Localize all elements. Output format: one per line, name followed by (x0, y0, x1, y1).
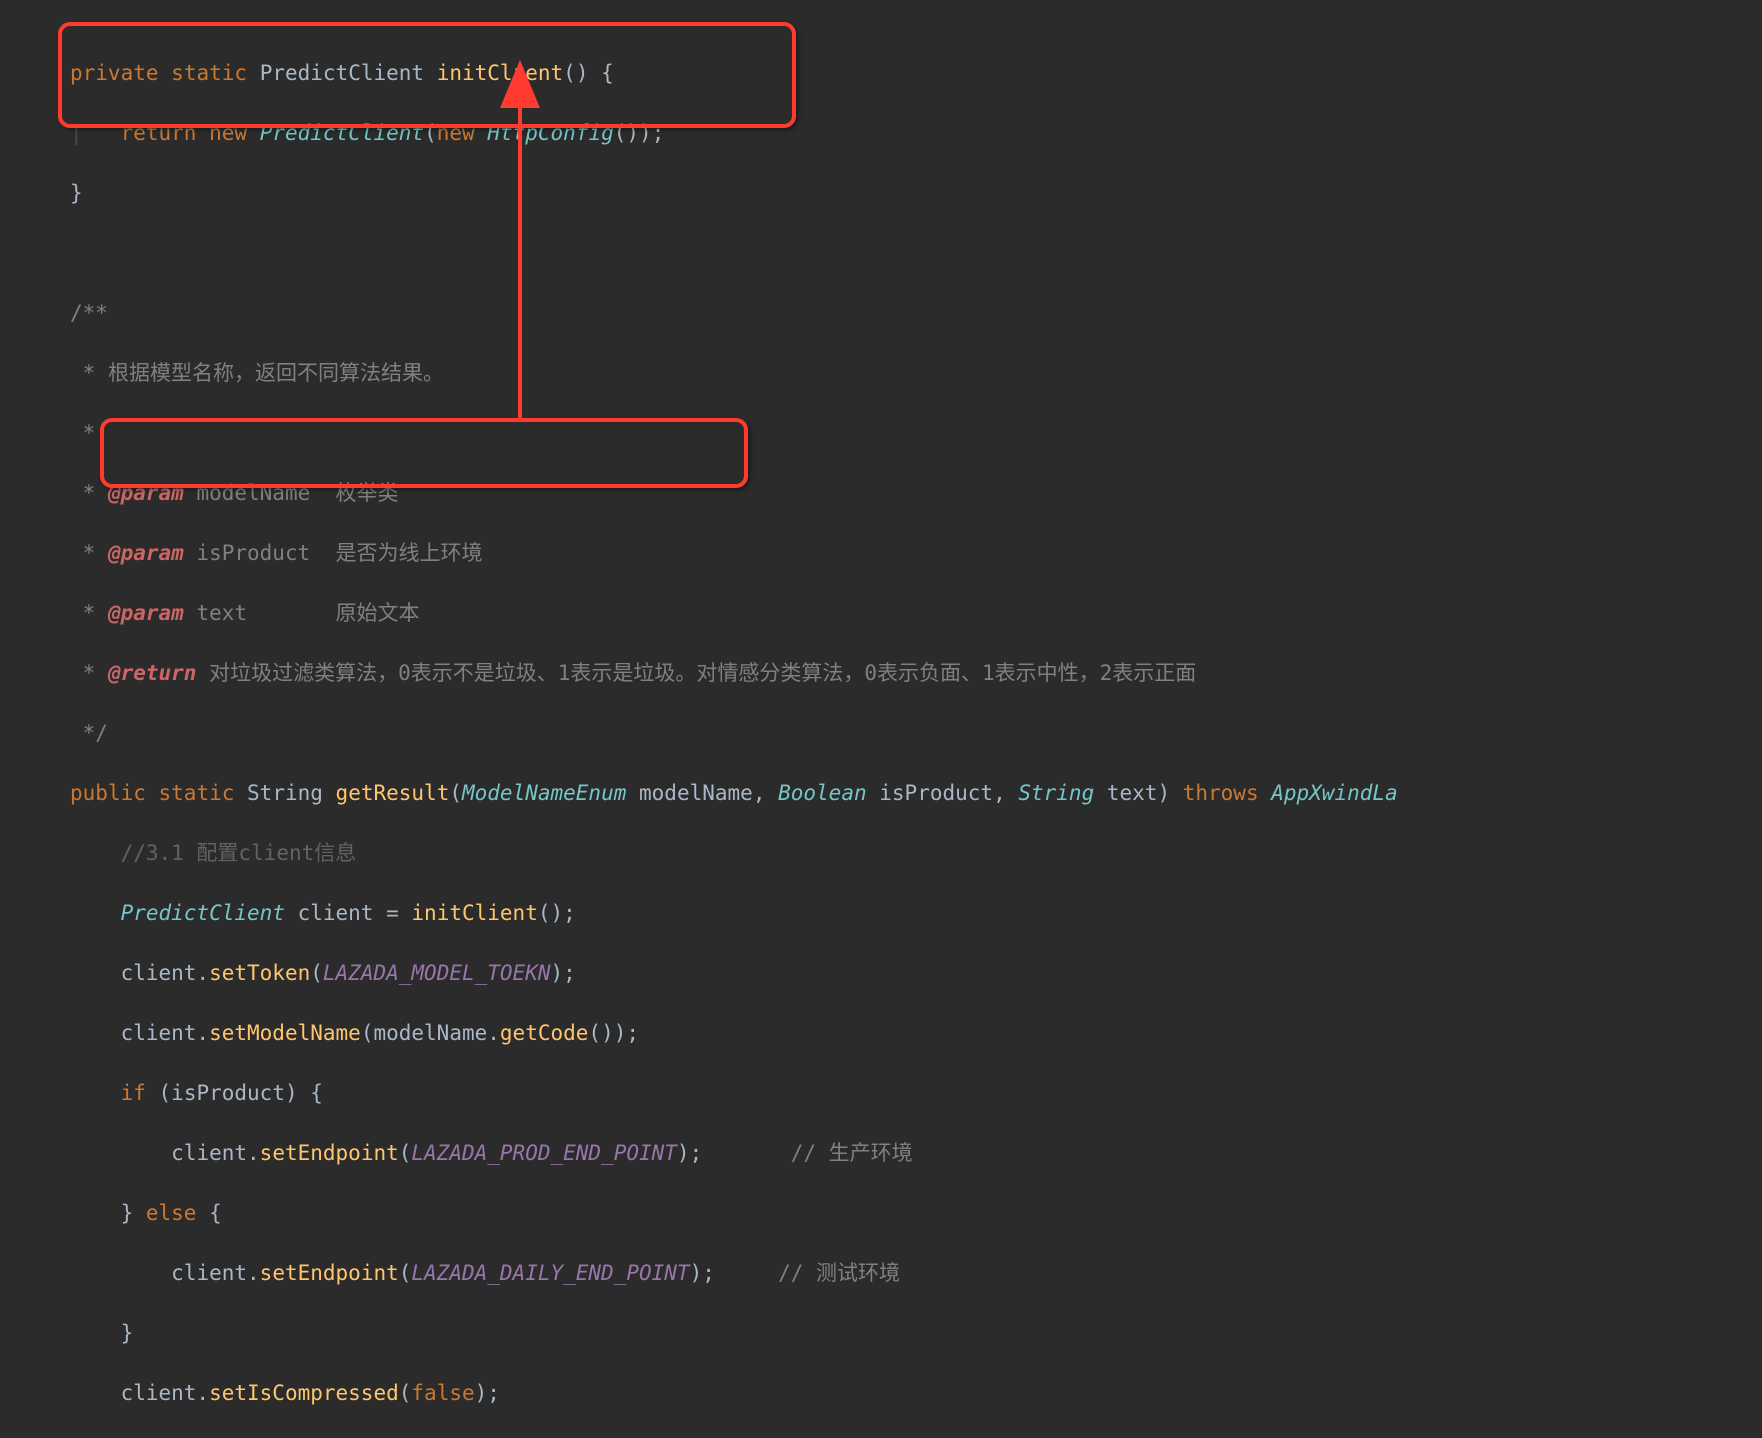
code-line[interactable]: } (70, 1318, 1762, 1348)
keyword-return: return (121, 121, 197, 145)
code-line[interactable]: public static String getResult(ModelName… (70, 778, 1762, 808)
javadoc-param-tag: @param (108, 541, 184, 565)
keyword-throws: throws (1183, 781, 1259, 805)
javadoc-param-tag: @param (108, 481, 184, 505)
type-name: PredictClient (260, 61, 424, 85)
keyword-private: private (70, 61, 159, 85)
javadoc-return[interactable]: * @return 对垃圾过滤类算法，0表示不是垃圾、1表示是垃圾。对情感分类算… (70, 658, 1762, 688)
constant: LAZADA_PROD_END_POINT (411, 1141, 677, 1165)
code-line[interactable]: if (isProduct) { (70, 1078, 1762, 1108)
code-line[interactable] (70, 238, 1762, 268)
code-line[interactable]: client.setIsCompressed(false); (70, 1378, 1762, 1408)
javadoc-open[interactable]: /** (70, 298, 1762, 328)
param-type: Boolean (778, 781, 867, 805)
method-call: setEndpoint (260, 1261, 399, 1285)
code-line[interactable]: } else { (70, 1198, 1762, 1228)
param-type: ModelNameEnum (462, 781, 626, 805)
code-editor[interactable]: private static PredictClient initClient(… (0, 0, 1762, 1438)
code-line[interactable]: | return new PredictClient(new HttpConfi… (70, 118, 1762, 148)
javadoc-line[interactable]: * (70, 418, 1762, 448)
inline-comment: // 测试环境 (778, 1261, 900, 1285)
code-line[interactable]: } (70, 178, 1762, 208)
code-line[interactable]: //3.1 配置client信息 (70, 838, 1762, 868)
javadoc-param[interactable]: * @param modelName 枚举类 (70, 478, 1762, 508)
constant: LAZADA_MODEL_TOEKN (323, 961, 551, 985)
constant: LAZADA_DAILY_END_POINT (411, 1261, 689, 1285)
type-name: PredictClient (260, 121, 424, 145)
code-line[interactable]: client.setEndpoint(LAZADA_PROD_END_POINT… (70, 1138, 1762, 1168)
code-line[interactable]: client.setToken(LAZADA_MODEL_TOEKN); (70, 958, 1762, 988)
code-line[interactable]: private static PredictClient initClient(… (70, 58, 1762, 88)
code-line[interactable]: client.setEndpoint(LAZADA_DAILY_END_POIN… (70, 1258, 1762, 1288)
keyword-new: new (209, 121, 247, 145)
method-call: setToken (209, 961, 310, 985)
inline-comment: //3.1 配置client信息 (121, 841, 357, 865)
param-type: String (1018, 781, 1094, 805)
javadoc-line[interactable]: * 根据模型名称，返回不同算法结果。 (70, 358, 1762, 388)
type-name: HttpConfig (487, 121, 613, 145)
code-line[interactable]: client.setModelName(modelName.getCode())… (70, 1018, 1762, 1048)
keyword-new: new (437, 121, 475, 145)
exception-type: AppXwindLa (1259, 781, 1398, 805)
keyword-if: if (121, 1081, 146, 1105)
type-name: PredictClient (121, 901, 285, 925)
code-line[interactable]: PredictClient client = initClient(); (70, 898, 1762, 928)
javadoc-param[interactable]: * @param text 原始文本 (70, 598, 1762, 628)
javadoc-param-tag: @param (108, 601, 184, 625)
keyword-static: static (171, 61, 247, 85)
method-name: initClient (437, 61, 563, 85)
keyword-false: false (411, 1381, 474, 1405)
method-call: initClient (411, 901, 537, 925)
keyword-static: static (159, 781, 235, 805)
javadoc-close[interactable]: */ (70, 718, 1762, 748)
method-call: setEndpoint (260, 1141, 399, 1165)
javadoc-param[interactable]: * @param isProduct 是否为线上环境 (70, 538, 1762, 568)
method-call: setIsCompressed (209, 1381, 399, 1405)
keyword-public: public (70, 781, 146, 805)
inline-comment: // 生产环境 (791, 1141, 913, 1165)
keyword-else: else (133, 1201, 209, 1225)
method-name: getResult (336, 781, 450, 805)
method-call: setModelName (209, 1021, 361, 1045)
javadoc-return-tag: @return (108, 661, 197, 685)
type-name: String (247, 781, 323, 805)
method-call: getCode (500, 1021, 589, 1045)
